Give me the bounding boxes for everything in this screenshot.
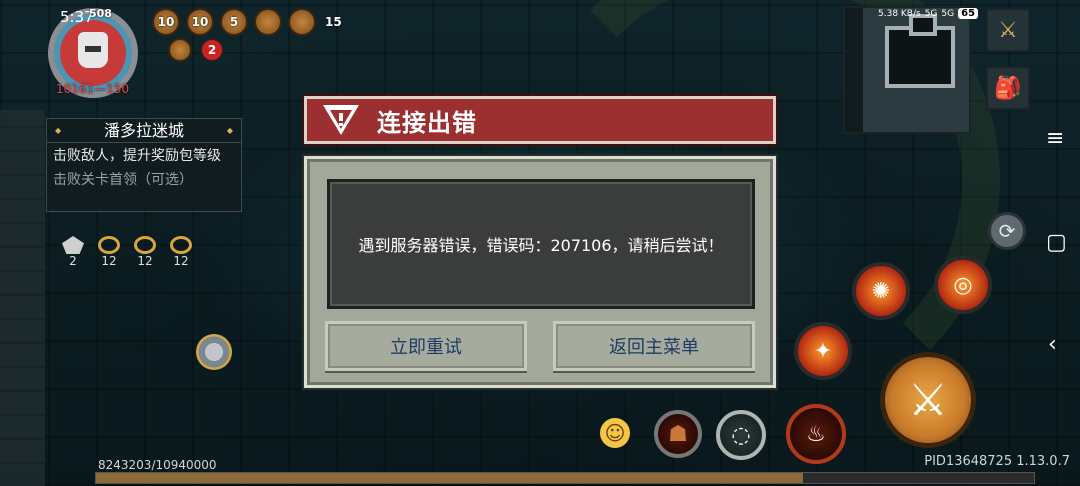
main-menu-button[interactable]: 返回主菜单 <box>553 321 755 371</box>
loot-item: 2 <box>62 236 84 268</box>
buff-bar: 10 10 5 15 <box>152 8 345 36</box>
ring-icon <box>170 236 192 254</box>
helmet-icon <box>78 32 108 68</box>
gingerbread-icon: ☗ <box>668 421 688 447</box>
dialog-header: 连接出错 <box>304 96 776 144</box>
signal-icon: 5G <box>924 8 938 19</box>
buff-icon[interactable]: 5 <box>220 8 248 36</box>
dialog-message-box: 遇到服务器错误，错误码：207106，请稍后尝试！ <box>327 179 755 309</box>
version-text: PID13648725 1.13.0.7 <box>924 454 1070 469</box>
skill-button[interactable]: ☗ <box>654 410 702 458</box>
buff-icon[interactable]: 10 <box>152 8 180 36</box>
dialog-title: 连接出错 <box>377 108 477 137</box>
loot-count: 12 <box>173 254 189 268</box>
attack-button[interactable]: ⚔ <box>880 352 976 448</box>
buff-icon[interactable] <box>254 8 282 36</box>
buff-icon[interactable] <box>288 8 316 36</box>
movement-joystick[interactable] <box>196 334 232 370</box>
skill-button[interactable]: ✺ <box>852 262 910 320</box>
sword-icon: ⚔ <box>908 374 948 426</box>
quest-panel[interactable]: 潘多拉迷城 击败敌人，提升奖励包等级 击败关卡首领（可选） <box>46 118 242 212</box>
loot-item: 12 <box>98 236 120 268</box>
fire-swirl-icon: ◎ <box>953 272 973 298</box>
buff-bar-2: 2 <box>168 38 224 62</box>
flame-slash-icon: ✦ <box>813 338 833 364</box>
loot-list: 2 12 12 12 <box>62 236 192 268</box>
grin-icon: ☺ <box>604 421 626 445</box>
fire-skill-icon: ✺ <box>871 278 891 304</box>
xp-bar <box>95 472 1035 484</box>
back-nav-icon[interactable]: ‹ <box>1048 332 1057 357</box>
battery-icon: 65 <box>958 8 979 19</box>
armor-value: 150 <box>106 82 130 96</box>
skill-button[interactable]: ◌ <box>716 410 766 460</box>
backpack-icon: 🎒 <box>994 75 1022 101</box>
square-nav-icon[interactable]: ▢ <box>1046 230 1067 255</box>
xp-bar-fill <box>96 473 803 483</box>
device-status: 5.38 KB/s 5G 5G 65 <box>878 8 979 19</box>
quest-title: 潘多拉迷城 <box>47 119 241 143</box>
cooldown-skill-icon: ◌ <box>731 422 751 448</box>
buff-count: 15 <box>325 15 342 29</box>
error-dialog: 遇到服务器错误，错误码：207106，请稍后尝试！ 立即重试 返回主菜单 <box>304 156 776 388</box>
emote-button[interactable]: ☺ <box>600 418 630 448</box>
skill-button[interactable]: ✦ <box>794 322 852 380</box>
xp-text: 8243203/10940000 <box>98 458 217 472</box>
menu-icon[interactable]: ≡ <box>1046 126 1064 151</box>
warning-icon <box>321 103 361 137</box>
quest-objective: 击败敌人，提升奖励包等级 <box>53 148 221 164</box>
loot-count: 2 <box>69 254 77 268</box>
sword-icon: ⚔ <box>998 17 1018 43</box>
player-hp-readout: 10161—150 <box>56 82 129 96</box>
buff-icon[interactable]: 10 <box>186 8 214 36</box>
loot-count: 12 <box>101 254 117 268</box>
ring-icon <box>134 236 156 254</box>
swap-icon: ⟳ <box>998 219 1016 243</box>
signal-icon: 5G <box>941 8 955 19</box>
retry-button[interactable]: 立即重试 <box>325 321 527 371</box>
extra-badge[interactable]: 2 <box>200 38 224 62</box>
player-level-badge: 508 <box>89 7 112 20</box>
swap-weapon-button[interactable]: ⟳ <box>988 212 1026 250</box>
ring-icon <box>98 236 120 254</box>
skill-button[interactable]: ◎ <box>934 256 992 314</box>
hp-value: 10161 <box>56 82 95 96</box>
beast-skill-icon: ♨ <box>806 421 826 447</box>
game-screen: { "status_bar": {"time": "5:37", "net_sp… <box>0 0 1080 486</box>
minimap-wall <box>845 8 863 132</box>
loot-item: 12 <box>134 236 156 268</box>
hp-separator: — <box>94 82 107 96</box>
quest-optional-objective: 击败关卡首领（可选） <box>53 172 193 188</box>
skill-button[interactable]: ♨ <box>786 404 846 464</box>
buff-icon[interactable] <box>168 38 192 62</box>
dialog-message: 遇到服务器错误，错误码：207106，请稍后尝试！ <box>358 236 724 255</box>
minimap[interactable] <box>843 6 971 134</box>
loot-item: 12 <box>170 236 192 268</box>
backpack-button[interactable]: 🎒 <box>986 66 1030 110</box>
gem-icon <box>62 236 84 254</box>
loot-count: 12 <box>137 254 153 268</box>
net-speed: 5.38 KB/s <box>878 8 921 19</box>
weapon-slot-button[interactable]: ⚔ <box>986 8 1030 52</box>
